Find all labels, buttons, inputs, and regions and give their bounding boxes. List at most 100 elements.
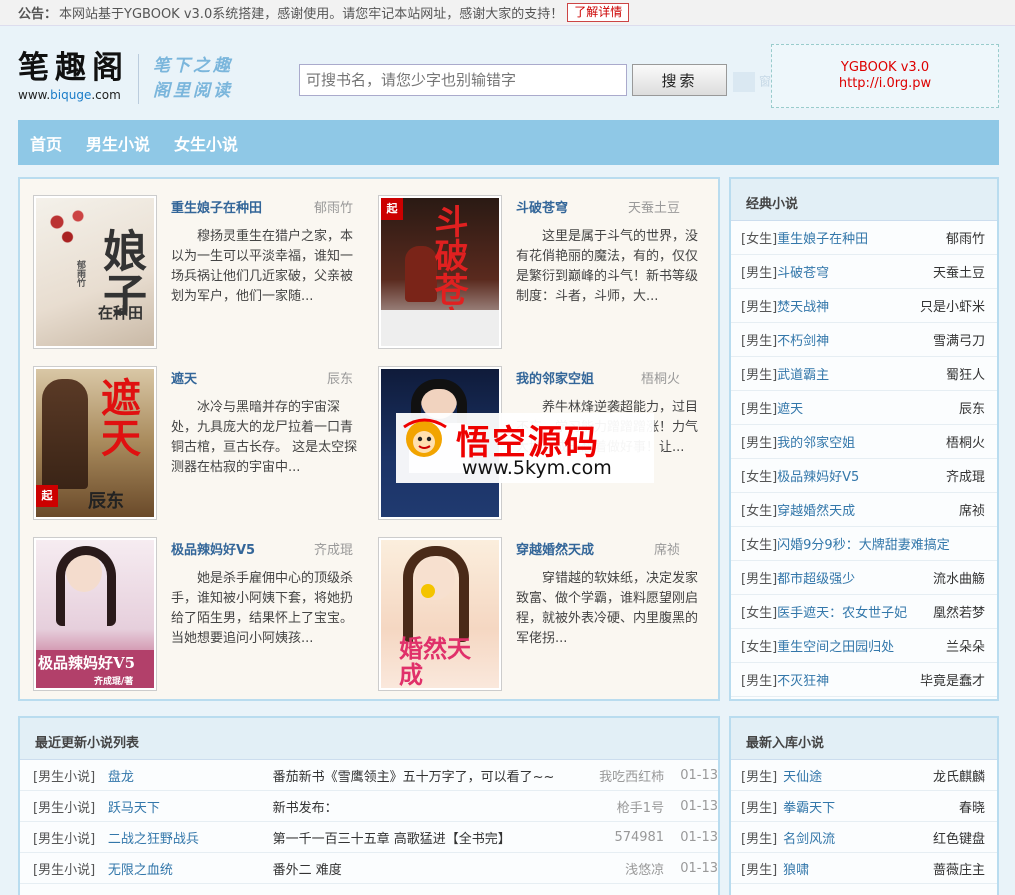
site-logo[interactable]: 笔趣阁 www.biquge.com — [18, 50, 129, 102]
book-cover[interactable]: 起 斗破苍穹 — [378, 195, 502, 349]
category-tag: [男生] — [741, 769, 778, 785]
update-date: 01-13 — [680, 829, 718, 845]
category-tag: [男生] — [741, 436, 778, 451]
classic-list-item: [男生] 我的邻家空姐 梧桐火 — [731, 425, 997, 459]
classic-list-item: [女生] 闪婚9分9秒：大牌甜妻难搞定 — [731, 527, 997, 561]
notice-label: 公告： — [18, 7, 58, 22]
category-tag: [女生] — [741, 640, 778, 655]
book-title[interactable]: 我的邻家空姐 — [516, 368, 594, 387]
book-title[interactable]: 重生娘子在种田 — [171, 197, 262, 216]
book-link[interactable]: 重生娘子在种田 — [777, 228, 942, 247]
update-date: 01-13 — [680, 767, 718, 783]
nav-home[interactable]: 首页 — [30, 131, 62, 155]
book-author: 春晓 — [958, 800, 985, 816]
chapter-link[interactable]: 第一千一百三十五章 高歌猛进【全书完】 — [273, 828, 573, 847]
book-title[interactable]: 遮天 — [171, 368, 197, 387]
book-author: 梧桐火 — [945, 436, 985, 451]
book-link[interactable]: 天仙途 — [783, 766, 933, 785]
classic-novels-panel: 经典小说 [女生] 重生娘子在种田 郁雨竹 [男生] 斗破苍穹 天蚕土豆 [男生] 焚天战神只… — [729, 177, 999, 701]
book-cover[interactable]: 娘子 在种田 郁雨竹 — [33, 195, 157, 349]
chapter-link[interactable]: 番外二 难度 — [273, 859, 573, 878]
book-link[interactable]: 焚天战神 — [777, 296, 916, 315]
category-tag: [男生] — [741, 266, 778, 281]
classic-list-item: [女生] 极品辣妈好V5 齐成琨 — [731, 459, 997, 493]
book-link[interactable]: 武道霸主 — [777, 364, 942, 383]
book-link[interactable]: 极品辣妈好V5 — [777, 466, 942, 485]
notice-bar: 公告： 本网站基于YGBOOK v3.0系统搭建，感谢使用。请您牢记本站网址，感… — [0, 0, 1015, 26]
classic-list-item: [男生] 遮天 辰东 — [731, 391, 997, 425]
book-cover[interactable]: 极品辣妈好V5 齐成琨/著 — [33, 537, 157, 691]
category-tag: [男生] — [741, 402, 778, 417]
search-input[interactable] — [299, 64, 627, 96]
site-name: 笔趣阁 — [18, 50, 129, 86]
category-tag: [女生] — [741, 232, 778, 247]
category-tag: [女生] — [741, 504, 778, 519]
category-tag: [男生] — [741, 674, 778, 689]
book-link[interactable]: 盘龙 — [108, 766, 273, 785]
book-link[interactable]: 跃马天下 — [108, 797, 273, 816]
category-tag: [男生] — [741, 300, 778, 315]
book-author: 574981 — [614, 829, 665, 845]
book-link[interactable]: 都市超级强少 — [777, 568, 929, 587]
book-title[interactable]: 斗破苍穹 — [516, 197, 568, 216]
book-author: 毕竟是蠢才 — [919, 674, 985, 689]
nav-female-novels[interactable]: 女生小说 — [174, 131, 238, 155]
book-desc: 这里是属于斗气的世界，没有花俏艳丽的魔法，有的，仅仅是繁衍到巅峰的斗气！新书等级… — [516, 229, 699, 304]
book-link[interactable]: 名剑风流 — [783, 828, 933, 847]
book-author: 只是小虾米 — [919, 300, 985, 315]
book-desc: 穿错越的软妹纸，决定发家致富、做个学霸，谁料愿望刚启程，就被外表冷硬、内里腹黑的… — [516, 571, 699, 646]
book-link[interactable]: 狼啸 — [783, 859, 933, 878]
category-tag: [男生小说] — [33, 831, 96, 847]
classic-list-item: [男生] 都市超级强少 流水曲觞 — [731, 561, 997, 595]
book-author: 蔷薇庄主 — [932, 862, 985, 878]
category-tag: [女生] — [741, 470, 778, 485]
update-date: 01-13 — [680, 860, 718, 876]
monkey-logo-icon — [403, 418, 447, 457]
book-author: 天蚕土豆 — [932, 266, 985, 281]
book-author: 齐成琨 — [945, 470, 985, 485]
book-link[interactable]: 二战之狂野战兵 — [108, 828, 273, 847]
chapter-link[interactable]: 番茄新书《雪鹰领主》五十万字了，可以看了~~ — [273, 766, 573, 785]
recent-updates-title: 最近更新小说列表 — [20, 718, 718, 760]
update-date: 01-13 — [680, 798, 718, 814]
book-link[interactable]: 拳霸天下 — [783, 797, 959, 816]
featured-book: 起 斗破苍穹 斗破苍穹 天蚕土豆 这里是属于斗气的世界，没有花俏艳丽的魔法，有的… — [365, 179, 698, 349]
book-link[interactable]: 遮天 — [777, 398, 955, 417]
category-tag: [男生小说] — [33, 862, 96, 878]
book-cover[interactable]: 遮天 起 辰东 — [33, 366, 157, 520]
book-title[interactable]: 穿越婚然天成 — [516, 539, 594, 558]
book-author: 雪满弓刀 — [932, 334, 985, 349]
book-link[interactable]: 不朽剑神 — [777, 330, 929, 349]
ad-url: http://i.0rg.pw — [838, 76, 932, 91]
classic-list-item: [男生] 焚天战神 只是小虾米 — [731, 289, 997, 323]
notice-text: 本网站基于YGBOOK v3.0系统搭建，感谢使用。请您牢记本站网址，感谢大家的… — [59, 7, 564, 22]
notice-details-button[interactable]: 了解详情 — [567, 3, 630, 22]
ad-box[interactable]: YGBOOK v3.0 http://i.0rg.pw — [771, 44, 999, 108]
classic-novels-title: 经典小说 — [731, 179, 997, 221]
book-cover[interactable]: 婚然天成 — [378, 537, 502, 691]
book-link[interactable]: 穿越婚然天成 — [777, 500, 955, 519]
book-link[interactable]: 斗破苍穹 — [777, 262, 929, 281]
newest-row: [男生] 拳霸天下 春晓 — [731, 791, 997, 822]
category-tag: [女生] — [741, 606, 778, 621]
featured-book: 极品辣妈好V5 齐成琨/著 极品辣妈好V5 齐成琨 她是杀手雇佣中心的顶级杀手，… — [20, 521, 353, 691]
nav-male-novels[interactable]: 男生小说 — [86, 131, 150, 155]
book-author: 蜀狂人 — [945, 368, 985, 383]
book-link[interactable]: 无限之血统 — [108, 859, 273, 878]
site-url: www.biquge.com — [18, 88, 121, 102]
book-link[interactable]: 闪婚9分9秒：大牌甜妻难搞定 — [777, 534, 981, 553]
update-row: [男生小说] 跃马天下 新书发布： 枪手1号 01-13 — [20, 791, 718, 822]
watermark: 悟空源码 www.5kym.com — [396, 413, 654, 483]
book-link[interactable]: 重生空间之田园归处 — [777, 636, 942, 655]
book-link[interactable]: 我的邻家空姐 — [777, 432, 942, 451]
chapter-link[interactable]: 新书发布： — [273, 797, 573, 816]
category-tag: [男生] — [741, 572, 778, 587]
book-link[interactable]: 医手遮天：农女世子妃 — [777, 602, 929, 621]
book-title[interactable]: 极品辣妈好V5 — [171, 539, 255, 558]
search-button[interactable]: 搜索 — [632, 64, 727, 96]
update-row: [男生小说] 盘龙 番茄新书《雪鹰领主》五十万字了，可以看了~~ 我吃西红柿 01-13 — [20, 760, 718, 791]
book-link[interactable]: 不灭狂神 — [777, 670, 916, 689]
classic-list-item: [男生] 斗破苍穹 天蚕土豆 — [731, 255, 997, 289]
category-tag: [男生] — [741, 334, 778, 349]
book-author: 辰东 — [958, 402, 985, 417]
